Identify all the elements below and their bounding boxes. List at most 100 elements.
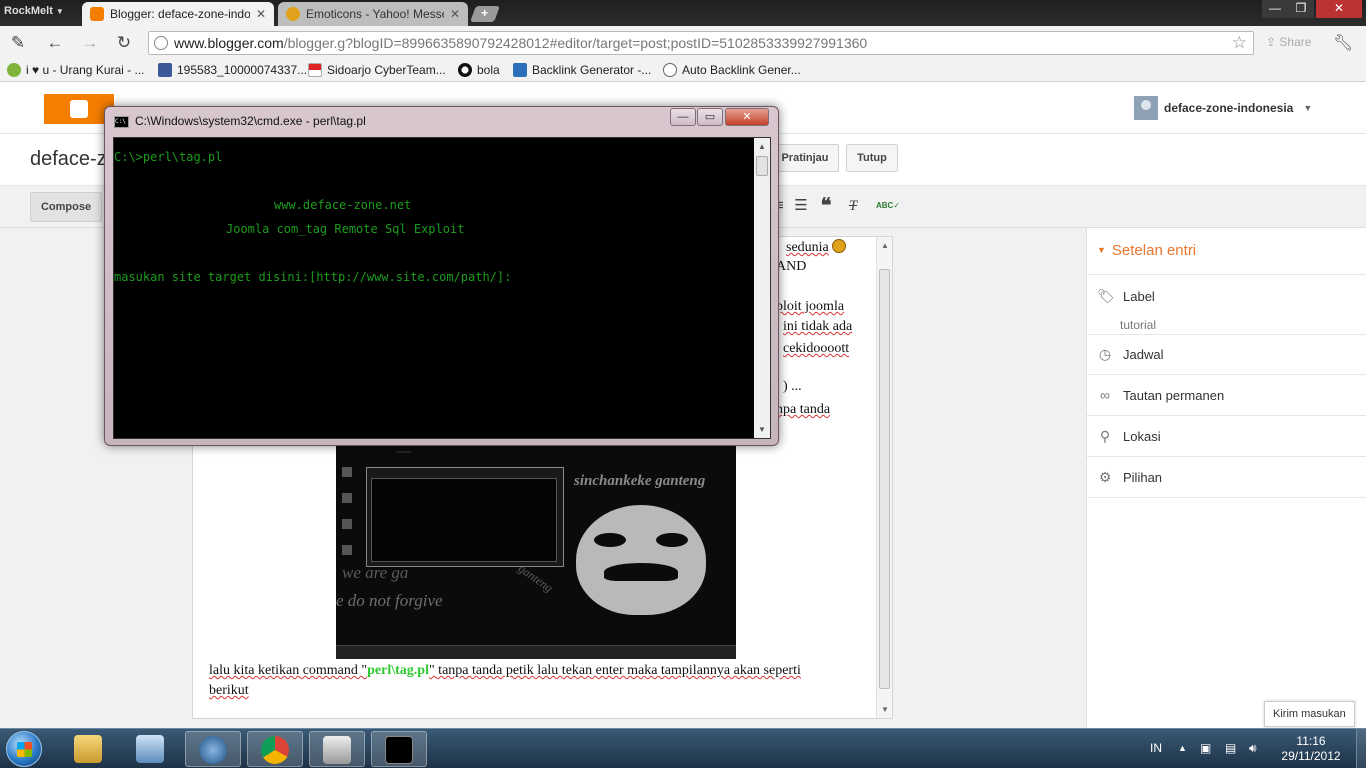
forward-icon[interactable]: → [79, 33, 101, 53]
soccer-ball-icon [458, 63, 472, 77]
computer-icon [136, 735, 164, 763]
screenshot-text: we are ga [342, 563, 409, 582]
system-clock[interactable]: 11:16 29/11/2012 [1276, 734, 1346, 764]
screenshot-cmd-window [366, 467, 564, 567]
avatar [1134, 96, 1158, 120]
back-icon[interactable]: ← [44, 33, 66, 53]
bookmarks-bar: i ♥ u - Urang Kurai - ... 195583_1000007… [0, 60, 1366, 82]
tab-blogger[interactable]: Blogger: deface-zone-indor ✕ [82, 2, 274, 26]
sidebar-item-label[interactable]: 🏷︎ Label [1097, 288, 1155, 305]
new-tab-button[interactable]: + [470, 6, 500, 22]
window-close-button[interactable]: ✕ [1316, 0, 1362, 18]
backlink-icon [513, 63, 527, 77]
scroll-down-icon[interactable]: ▼ [881, 705, 889, 714]
bookmark-label: i ♥ u - Urang Kurai - ... [26, 63, 145, 77]
console-line: masukan site target disini:[http://www.s… [114, 270, 512, 284]
label-value: tutorial [1120, 318, 1157, 332]
cmd-console[interactable]: C:\>perl\tag.pl www.deface-zone.net Joom… [113, 137, 771, 439]
compose-tab[interactable]: Compose [30, 192, 102, 222]
network-icon[interactable]: ▤ [1225, 741, 1236, 755]
tab-title: Blogger: deface-zone-indor [110, 7, 250, 21]
taskbar-rockmelt[interactable] [185, 731, 241, 767]
sidebar-item-options[interactable]: ⚙ Pilihan [1097, 469, 1162, 486]
bookmark-item[interactable]: 195583_10000074337... [158, 63, 307, 77]
remove-format-icon[interactable]: T [844, 196, 862, 216]
bookmark-item[interactable]: Sidoarjo CyberTeam... [308, 63, 446, 77]
scroll-down-icon[interactable]: ▼ [758, 425, 766, 434]
screenshot-caption: sinchankeke ganteng [574, 473, 706, 489]
cmd-minimize-button[interactable]: — [670, 108, 696, 126]
cmd-window[interactable]: C:\ C:\Windows\system32\cmd.exe - perl\t… [104, 106, 779, 446]
tab-emoticons[interactable]: Emoticons - Yahoo! Messer ✕ [278, 2, 468, 26]
cmd-maximize-button[interactable]: ▭ [697, 108, 723, 126]
post-settings-header[interactable]: ▼ Setelan entri [1097, 242, 1196, 259]
bookmark-label: Sidoarjo CyberTeam... [327, 63, 446, 77]
chevron-down-icon: ▼ [1303, 103, 1313, 113]
bookmark-star-icon[interactable]: ☆ [1232, 33, 1247, 53]
console-line: C:\>perl\tag.pl [114, 150, 223, 164]
user-name: deface-zone-indonesia [1164, 101, 1294, 115]
window-minimize-button[interactable]: — [1262, 0, 1288, 18]
show-desktop-button[interactable] [1356, 729, 1366, 768]
windows-taskbar: IN ▲ ▣ ▤ 🔊︎ 11:16 29/11/2012 [0, 728, 1366, 768]
reload-icon[interactable]: ↻ [113, 33, 135, 53]
address-url: www.blogger.com/blogger.g?blogID=8996635… [174, 35, 867, 51]
close-button[interactable]: Tutup [846, 144, 898, 172]
close-tab-icon[interactable]: ✕ [256, 7, 266, 21]
bullet-list-icon[interactable]: ☰ [792, 196, 810, 216]
scroll-thumb[interactable] [756, 156, 768, 176]
tray-expand-icon[interactable]: ▲ [1178, 743, 1187, 753]
taskbar-chrome[interactable] [247, 731, 303, 767]
bookmark-item[interactable]: Auto Backlink Gener... [663, 63, 801, 77]
clock-icon: ◷ [1098, 346, 1112, 362]
editor-scrollbar[interactable]: ▲ ▼ [876, 237, 892, 718]
cmd-close-button[interactable]: ✕ [725, 108, 769, 126]
sidebar-item-location[interactable]: ⚲ Lokasi [1097, 428, 1161, 445]
scroll-up-icon[interactable]: ▲ [758, 142, 766, 151]
command-text: perl\tag.pl [367, 663, 429, 678]
sidebar-item-permalink[interactable]: ∞ Tautan permanen [1097, 387, 1224, 403]
taskbar-explorer[interactable] [61, 731, 117, 767]
window-maximize-button[interactable]: ❐ [1288, 0, 1314, 18]
rockmelt-menu[interactable]: RockMelt ▼ [4, 5, 64, 17]
taskbar-cmd[interactable] [371, 731, 427, 767]
folder-icon [74, 735, 102, 763]
triangle-down-icon: ▼ [1097, 245, 1106, 255]
bookmark-item[interactable]: bola [458, 63, 500, 77]
language-indicator[interactable]: IN [1150, 741, 1162, 755]
quote-icon[interactable]: ❝ [817, 196, 835, 216]
address-bar[interactable]: www.blogger.com/blogger.g?blogID=8996635… [148, 31, 1254, 55]
spellcheck-icon[interactable]: ABC✓ [876, 196, 900, 216]
emoticon-favicon-icon [286, 7, 300, 21]
volume-icon[interactable]: 🔊︎ [1249, 741, 1257, 756]
post-settings-sidebar: ▼ Setelan entri 🏷︎ Label tutorial ◷ Jadwal … [1086, 228, 1366, 728]
blogger-favicon-icon [90, 7, 104, 21]
bookmark-item[interactable]: Backlink Generator -... [513, 63, 651, 77]
emoticon-icon [832, 239, 847, 253]
send-feedback-button[interactable]: Kirim masukan [1264, 701, 1355, 727]
start-button[interactable] [6, 731, 42, 767]
account-menu[interactable]: deface-zone-indonesia ▼ [1134, 96, 1312, 120]
bookmark-item[interactable]: i ♥ u - Urang Kurai - ... [7, 63, 145, 77]
close-tab-icon[interactable]: ✕ [450, 7, 460, 21]
scroll-up-icon[interactable]: ▲ [881, 241, 889, 250]
mask-image [576, 505, 706, 615]
wrench-icon[interactable]: 🔧︎ [1333, 33, 1353, 53]
cmd-scrollbar[interactable]: ▲ ▼ [754, 138, 770, 438]
chevron-down-icon: ▼ [55, 7, 64, 16]
preview-button[interactable]: Pratinjau [771, 144, 839, 172]
rockmelt-icon [199, 736, 227, 764]
compose-pencil-icon[interactable]: ✎ [7, 33, 29, 53]
browser-toolbar: ✎ ← → ↻ www.blogger.com/blogger.g?blogID… [0, 26, 1366, 60]
scroll-thumb[interactable] [879, 269, 890, 689]
rockmelt-menu-label: RockMelt [4, 5, 53, 17]
taskbar-network[interactable] [123, 731, 179, 767]
tag-icon: 🏷︎ [1097, 288, 1115, 304]
share-button[interactable]: ⇪ Share [1266, 35, 1311, 49]
pin-icon: ⚲ [1099, 428, 1111, 444]
sidebar-item-schedule[interactable]: ◷ Jadwal [1097, 346, 1164, 363]
tray-app-icon[interactable]: ▣ [1200, 741, 1211, 755]
taskbar-camera[interactable] [309, 731, 365, 767]
chrome-icon [261, 736, 289, 764]
bookmark-label: Auto Backlink Gener... [682, 63, 801, 77]
